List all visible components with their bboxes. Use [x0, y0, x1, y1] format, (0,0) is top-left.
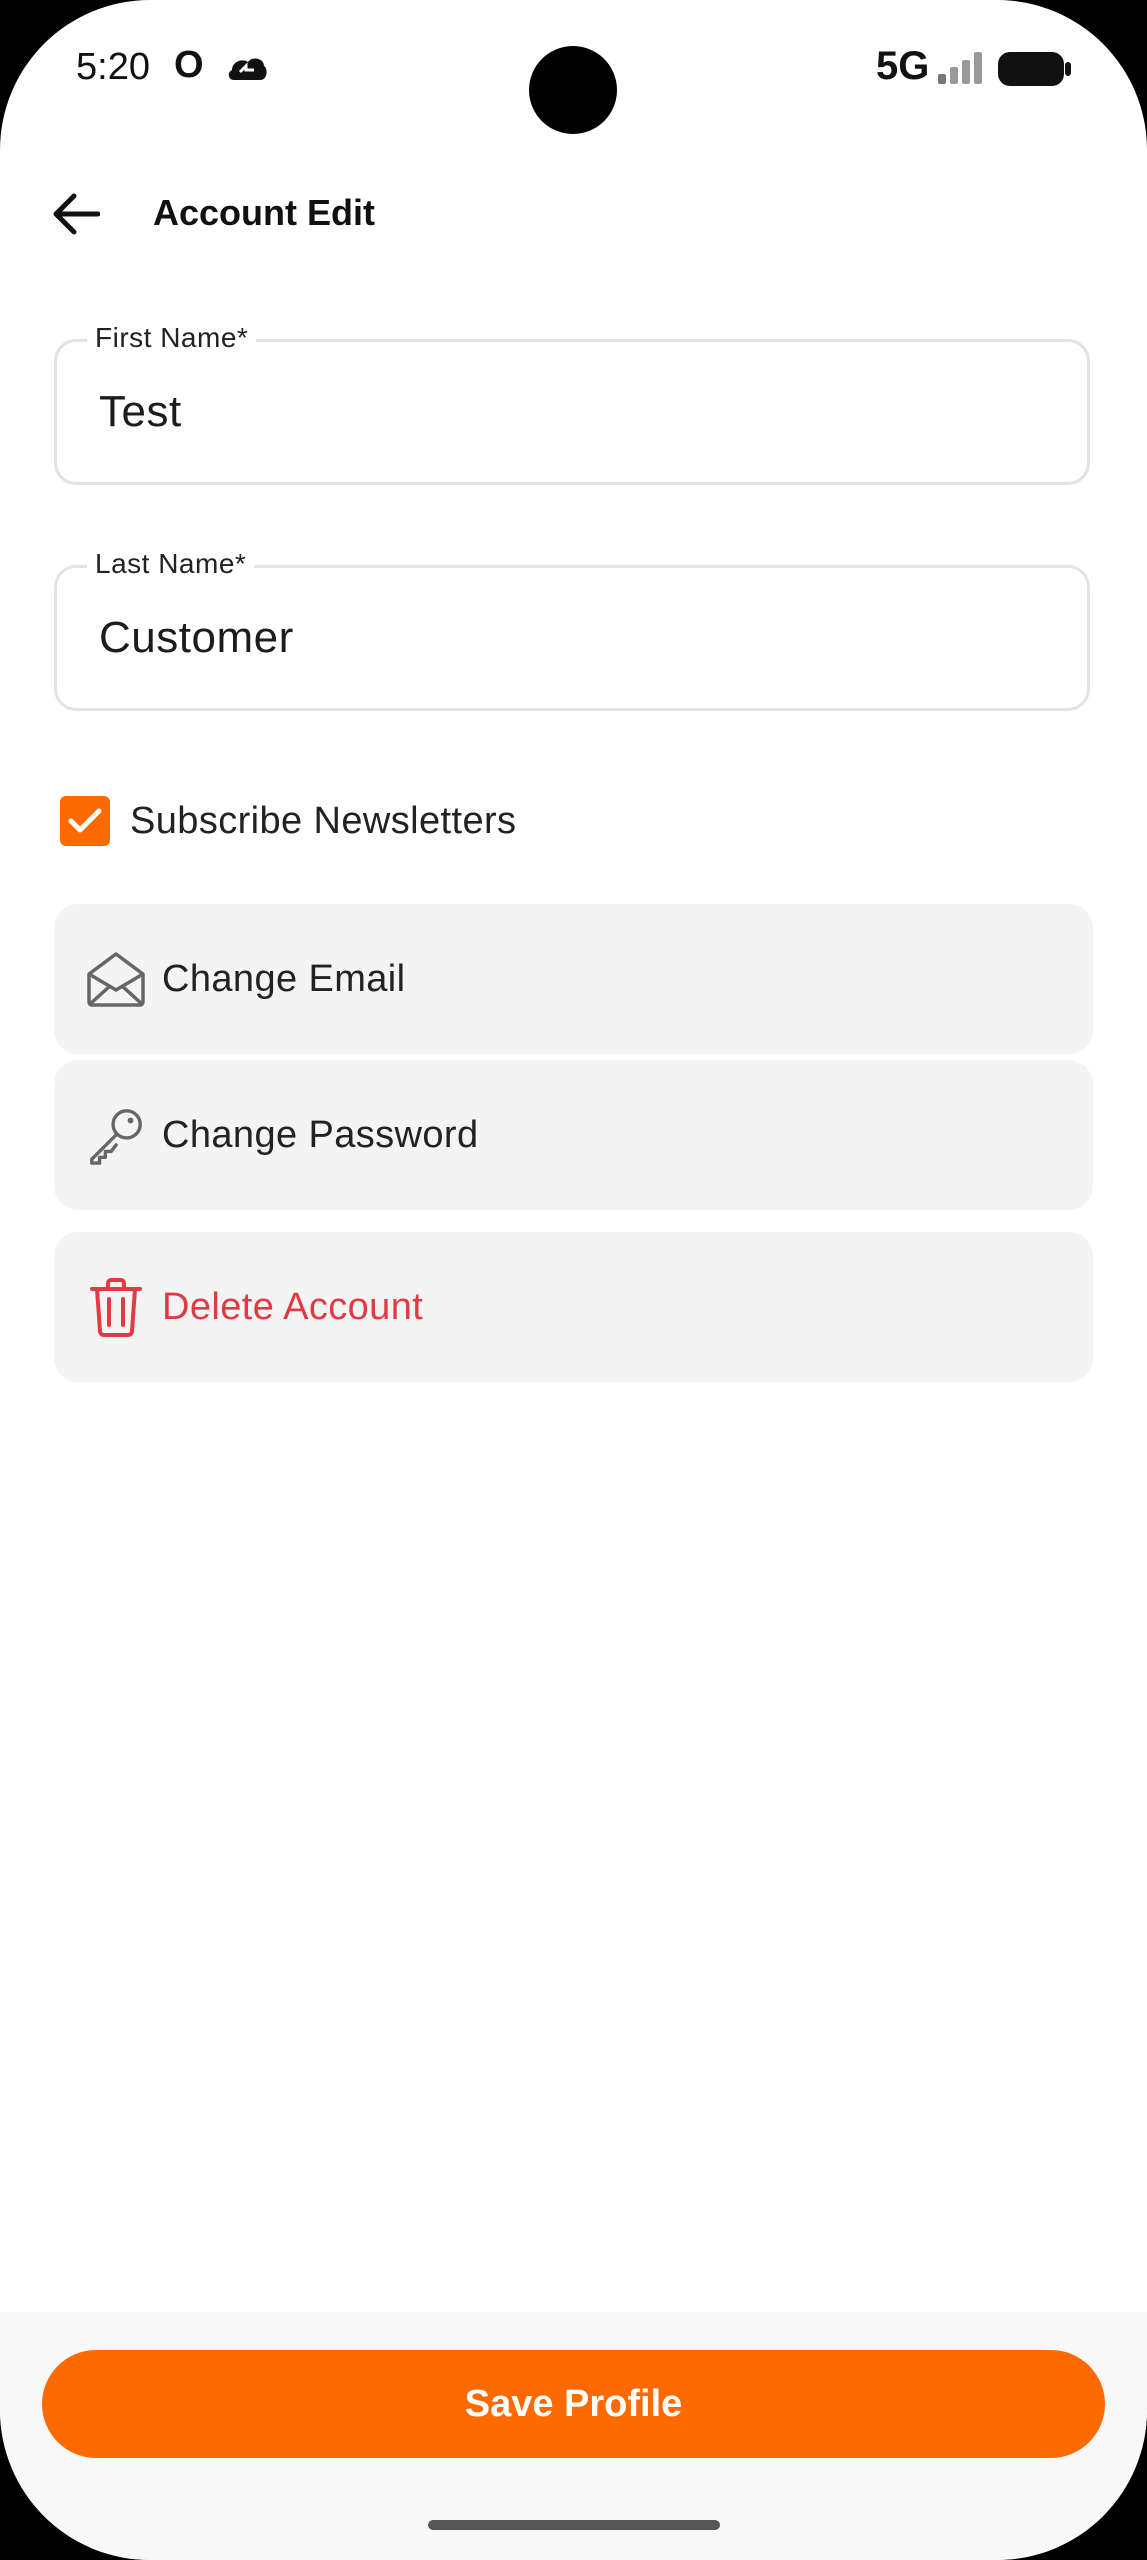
delete-account-label: Delete Account	[162, 1285, 424, 1328]
status-bar: 5:20 O 5G	[0, 0, 1147, 140]
first-name-input[interactable]	[99, 382, 1059, 442]
change-password-label: Change Password	[162, 1113, 479, 1156]
last-name-label: Last Name*	[87, 548, 255, 580]
key-icon	[86, 1103, 146, 1167]
first-name-field[interactable]: First Name*	[54, 322, 1090, 485]
checkmark-icon	[68, 808, 102, 833]
signal-icon	[938, 52, 982, 84]
back-button[interactable]	[42, 180, 110, 248]
cloud-icon	[228, 58, 267, 80]
battery-icon	[998, 52, 1071, 86]
last-name-field[interactable]: Last Name*	[54, 548, 1090, 711]
delete-account-button[interactable]: Delete Account	[54, 1232, 1093, 1382]
status-time: 5:20	[76, 46, 150, 88]
change-password-button[interactable]: Change Password	[54, 1060, 1093, 1210]
last-name-input[interactable]	[99, 608, 1059, 668]
newsletter-label: Subscribe Newsletters	[130, 799, 517, 842]
first-name-label: First Name*	[87, 322, 257, 354]
change-email-label: Change Email	[162, 957, 406, 1000]
envelope-open-icon	[86, 947, 146, 1011]
arrow-left-icon	[53, 193, 100, 235]
save-profile-button[interactable]: Save Profile	[42, 2350, 1105, 2458]
home-indicator[interactable]	[428, 2520, 720, 2530]
newsletter-checkbox-row[interactable]: Subscribe Newsletters	[60, 796, 516, 846]
app-screen: 5:20 O 5G Account Edit First Name* Last	[0, 0, 1147, 2560]
newsletter-checkbox[interactable]	[60, 796, 110, 846]
change-email-button[interactable]: Change Email	[54, 904, 1093, 1054]
page-title: Account Edit	[153, 192, 375, 233]
front-camera	[529, 46, 617, 134]
trash-icon	[86, 1275, 146, 1339]
status-indicator: O	[174, 44, 204, 86]
network-type: 5G	[876, 44, 930, 88]
